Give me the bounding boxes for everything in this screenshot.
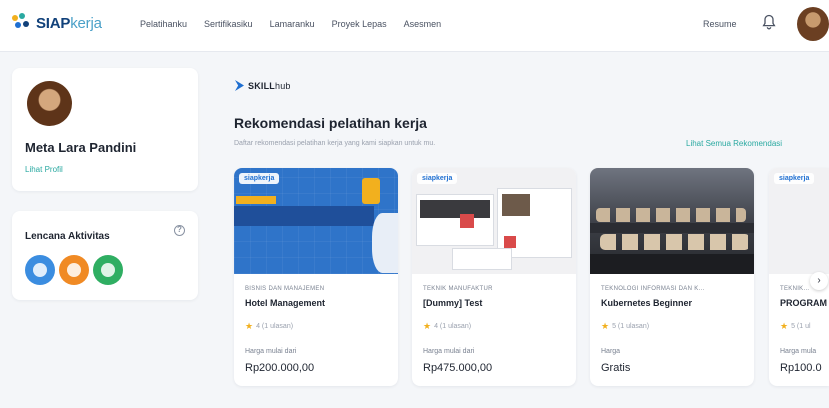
nav-item-lamaranku[interactable]: Lamaranku — [270, 19, 315, 29]
course-title: Hotel Management — [245, 298, 326, 308]
nav-item-proyek-lepas[interactable]: Proyek Lepas — [332, 19, 387, 29]
badge-list — [25, 255, 123, 285]
course-rating: ★ 5 (1 ulasan) — [601, 321, 650, 331]
course-category: BISNIS DAN MANAJEMEN — [245, 286, 325, 292]
course-title: PROGRAM — [780, 298, 827, 308]
course-thumbnail: siapkerja — [234, 168, 398, 274]
skillhub-logo: SKILLhub — [235, 80, 291, 91]
course-price: Rp200.000,00 — [245, 362, 315, 374]
price-label: Harga mulai dari — [245, 348, 297, 355]
person-badge-icon[interactable] — [59, 255, 89, 285]
logo-text: SIAPkerja — [36, 14, 102, 32]
nav-item-pelatihanku[interactable]: Pelatihanku — [140, 19, 187, 29]
view-profile-link[interactable]: Lihat Profil — [25, 165, 63, 174]
course-thumbnail — [590, 168, 754, 274]
profile-avatar — [27, 81, 72, 126]
course-thumbnail: siapkerja — [769, 168, 829, 274]
check-badge-icon[interactable] — [93, 255, 123, 285]
course-category: TEKNOLOGI INFORMASI DAN K... — [601, 286, 705, 292]
course-price: Rp100.0 — [780, 362, 822, 374]
provider-chip: siapkerja — [239, 173, 280, 184]
section-title: Rekomendasi pelatihan kerja — [234, 115, 427, 131]
profile-card: Meta Lara Pandini Lihat Profil — [12, 68, 198, 191]
nav-item-sertifikasiku[interactable]: Sertifikasiku — [204, 19, 253, 29]
price-label: Harga — [601, 348, 621, 355]
siapkerja-logo[interactable]: SIAPkerja — [12, 13, 102, 33]
see-all-recommendations-link[interactable]: Lihat Semua Rekomendasi — [686, 139, 782, 148]
course-title: Kubernetes Beginner — [601, 298, 693, 308]
skillhub-text: SKILLhub — [248, 80, 291, 91]
skillhub-icon — [235, 80, 244, 91]
course-card[interactable]: TEKNOLOGI INFORMASI DAN K... Kubernetes … — [590, 168, 754, 386]
course-rating: ★ 4 (1 ulasan) — [423, 321, 472, 331]
activity-badges-card: Lencana Aktivitas ? — [12, 211, 198, 300]
star-icon: ★ — [601, 321, 610, 331]
course-category: TEKNIK... — [780, 286, 810, 292]
course-rating: ★ 5 (1 ul — [780, 321, 811, 331]
provider-chip: siapkerja — [417, 173, 458, 184]
badges-title: Lencana Aktivitas — [25, 231, 110, 242]
price-label: Harga mulai dari — [423, 348, 475, 355]
course-rating: ★ 4 (1 ulasan) — [245, 321, 294, 331]
top-navbar: SIAPkerja Pelatihanku Sertifikasiku Lama… — [0, 0, 829, 52]
main-nav: Pelatihanku Sertifikasiku Lamaranku Proy… — [140, 19, 458, 29]
course-card[interactable]: siapkerja BISNIS DAN MANAJEMEN Hotel Man… — [234, 168, 398, 386]
course-title: [Dummy] Test — [423, 298, 483, 308]
user-avatar[interactable] — [797, 7, 829, 41]
document-badge-icon[interactable] — [25, 255, 55, 285]
bell-icon[interactable] — [762, 14, 776, 30]
star-icon: ★ — [245, 321, 254, 331]
profile-name: Meta Lara Pandini — [25, 140, 137, 155]
course-card[interactable]: siapkerja TEKNIK MANUFAKTUR [Dummy] Test… — [412, 168, 576, 386]
siapkerja-logo-icon — [12, 13, 32, 33]
star-icon: ★ — [780, 321, 789, 331]
course-category: TEKNIK MANUFAKTUR — [423, 286, 493, 292]
carousel-next-button[interactable]: › — [810, 272, 828, 290]
provider-chip: siapkerja — [774, 173, 815, 184]
resume-link[interactable]: Resume — [703, 19, 737, 29]
section-subtitle: Daftar rekomendasi pelatihan kerja yang … — [234, 140, 436, 147]
nav-item-asesmen[interactable]: Asesmen — [404, 19, 442, 29]
course-thumbnail: siapkerja — [412, 168, 576, 274]
price-label: Harga mula — [780, 348, 817, 355]
star-icon: ★ — [423, 321, 432, 331]
course-price: Rp475.000,00 — [423, 362, 493, 374]
help-icon[interactable]: ? — [174, 225, 185, 236]
course-price: Gratis — [601, 362, 631, 374]
